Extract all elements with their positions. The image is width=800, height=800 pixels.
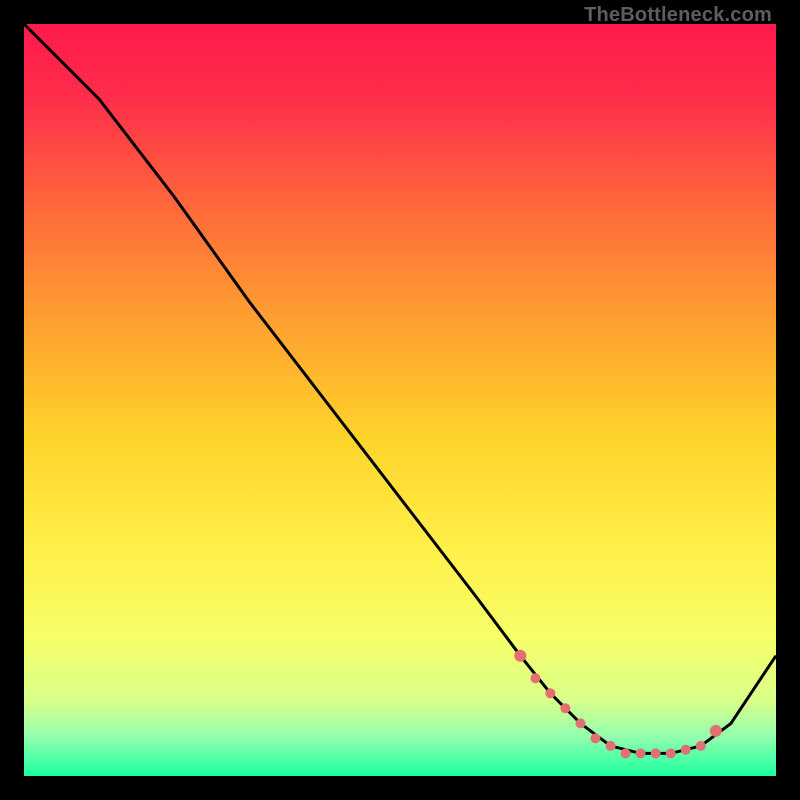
marker-dot	[560, 703, 570, 713]
watermark-text: TheBottleneck.com	[584, 4, 772, 27]
chart-frame	[24, 24, 776, 776]
marker-dot	[530, 673, 540, 683]
marker-dot	[591, 733, 601, 743]
marker-dot	[576, 718, 586, 728]
marker-dot	[681, 745, 691, 755]
marker-dot	[666, 748, 676, 758]
marker-dot	[606, 741, 616, 751]
marker-dot	[514, 650, 526, 662]
bottleneck-chart	[24, 24, 776, 776]
marker-dot	[636, 748, 646, 758]
chart-background	[24, 24, 776, 776]
marker-dot	[710, 725, 722, 737]
marker-dot	[696, 741, 706, 751]
marker-dot	[651, 748, 661, 758]
marker-dot	[545, 688, 555, 698]
marker-dot	[621, 748, 631, 758]
